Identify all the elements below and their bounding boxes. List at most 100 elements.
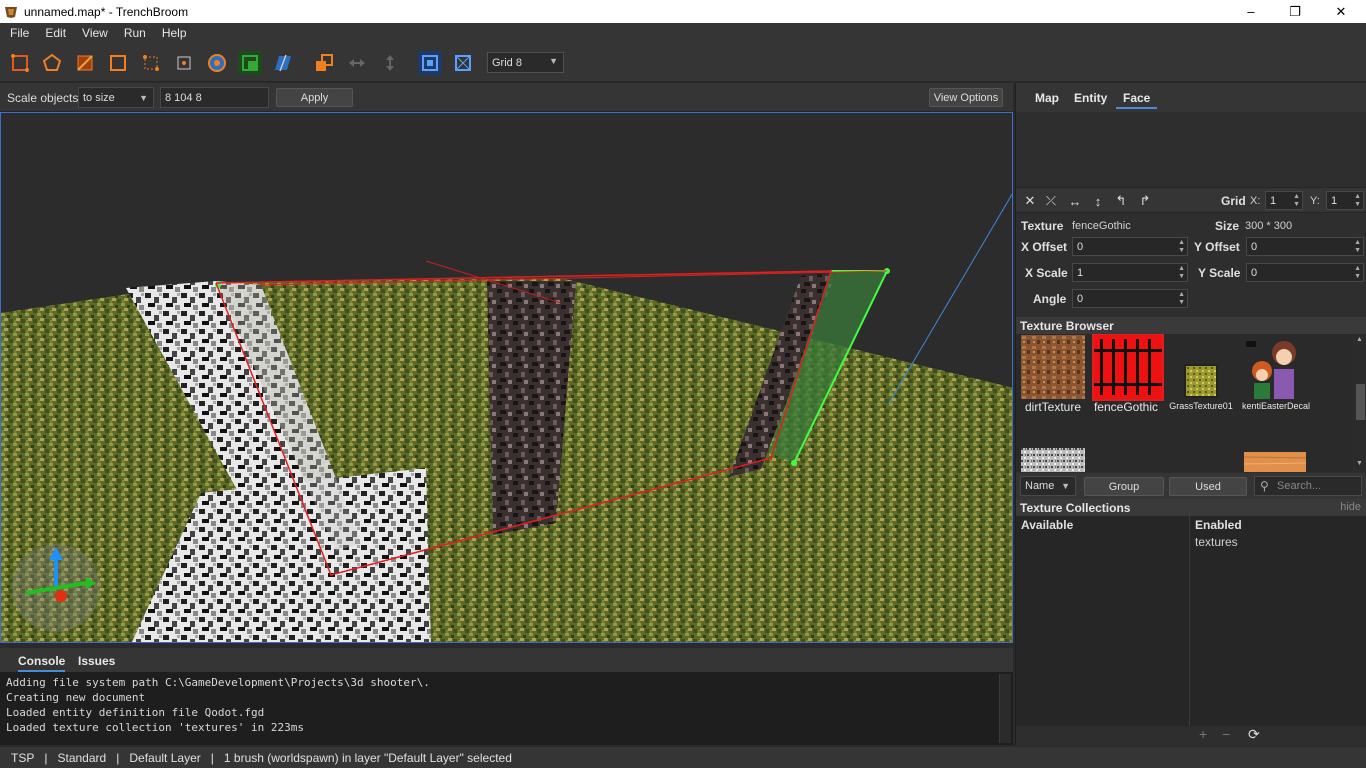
available-collections-list[interactable]: Available — [1016, 516, 1190, 728]
collections-footer: + − ⟳ — [1016, 726, 1366, 745]
texture-caption: GrassTexture01 — [1169, 401, 1233, 411]
tab-face[interactable]: Face — [1116, 91, 1158, 109]
menu-run[interactable]: Run — [116, 26, 154, 40]
console-line: Loaded texture collection 'textures' in … — [6, 721, 305, 734]
group-button[interactable]: Group — [1084, 477, 1164, 496]
x-offset-input[interactable]: 0 ▲ ▼ — [1072, 237, 1188, 256]
x-scale-input[interactable]: 1 ▲ ▼ — [1072, 263, 1188, 282]
menu-view[interactable]: View — [74, 26, 116, 40]
texture-caption: fenceGothic — [1093, 400, 1159, 414]
flip-vertical-icon[interactable]: ↕ — [1090, 193, 1106, 209]
grid-x-input[interactable]: 1 ▲ ▼ — [1265, 191, 1303, 210]
sort-select[interactable]: Name ▼ — [1020, 476, 1076, 496]
flip-horizontal-icon[interactable] — [345, 51, 369, 75]
duplicate-icon[interactable] — [312, 51, 336, 75]
y-offset-value: 0 — [1251, 240, 1258, 253]
texture-search-input[interactable]: ⚲ Search... — [1254, 476, 1362, 496]
spinner-arrows-icon[interactable]: ▲ ▼ — [1293, 193, 1300, 209]
tab-console[interactable]: Console — [18, 654, 66, 672]
rotate-ccw-icon[interactable]: ↰ — [1113, 193, 1129, 209]
grass-texture-thumbnail — [1184, 364, 1218, 398]
scale-mode-value: to size — [83, 91, 115, 104]
texture-kenti-easter-decal[interactable]: kentiEasterDecal — [1242, 335, 1310, 411]
clip-tool-icon[interactable] — [271, 51, 295, 75]
rotate-cw-icon[interactable]: ↱ — [1137, 193, 1153, 209]
chevron-down-icon: ▼ — [139, 92, 148, 103]
texture-lock-icon[interactable] — [418, 51, 442, 75]
menu-file[interactable]: File — [0, 26, 37, 40]
hide-link[interactable]: hide — [1340, 501, 1361, 513]
texture-noise-partial[interactable] — [1021, 448, 1085, 472]
3d-viewport[interactable] — [0, 112, 1013, 643]
minimize-button[interactable]: – — [1228, 0, 1274, 23]
scrollbar-thumb[interactable] — [1356, 384, 1365, 420]
menu-edit[interactable]: Edit — [37, 26, 74, 40]
enabled-label: Enabled — [1195, 518, 1242, 532]
scale-mode-select[interactable]: to size ▼ — [78, 87, 154, 108]
texture-grass[interactable]: GrassTexture01 — [1169, 364, 1233, 411]
y-scale-value: 0 — [1251, 266, 1258, 279]
scale-value-input[interactable]: 8 104 8 — [160, 87, 269, 108]
spinner-arrows-icon[interactable]: ▲ ▼ — [1354, 239, 1361, 255]
shear-tool-icon[interactable] — [106, 51, 130, 75]
reset-icon[interactable]: ✕ — [1022, 193, 1038, 209]
grid-size-select[interactable]: Grid 8 ▼ — [487, 52, 564, 73]
reload-collections-button[interactable]: ⟳ — [1248, 726, 1260, 743]
grid-x-value: 1 — [1270, 194, 1277, 207]
inspector-panel: Map Entity Face ✕ ⤫ ↔ ↕ ↰ ↱ Grid X: 1 ▲ ▼ … — [1015, 83, 1366, 745]
edge-tool-icon[interactable] — [172, 51, 196, 75]
tab-issues[interactable]: Issues — [78, 654, 115, 670]
add-collection-button[interactable]: + — [1199, 726, 1207, 742]
y-offset-input[interactable]: 0 ▲ ▼ — [1246, 237, 1364, 256]
tab-map[interactable]: Map — [1035, 91, 1059, 107]
scroll-down-icon[interactable]: ▼ — [1356, 460, 1363, 467]
available-label: Available — [1021, 518, 1074, 532]
x-scale-value: 1 — [1077, 266, 1084, 279]
grid-size-value: Grid 8 — [492, 56, 522, 69]
enabled-collections-list[interactable]: Enabled textures — [1191, 516, 1366, 728]
rotate-tool-icon[interactable] — [40, 51, 64, 75]
brush-tool-icon[interactable] — [238, 51, 262, 75]
maximize-button[interactable]: ❐ — [1272, 0, 1318, 23]
spinner-arrows-icon[interactable]: ▲ ▼ — [1178, 265, 1185, 281]
console-output[interactable]: Adding file system path C:\GameDevelopme… — [0, 672, 1013, 745]
close-button[interactable]: ✕ — [1318, 0, 1364, 23]
apply-button[interactable]: Apply — [276, 88, 353, 107]
texture-browser-title: Texture Browser — [1016, 317, 1366, 334]
grid-y-label: Y: — [1310, 195, 1320, 207]
reset-to-world-icon[interactable]: ⤫ — [1043, 193, 1059, 209]
texture-wood-partial[interactable] — [1243, 452, 1307, 472]
angle-input[interactable]: 0 ▲ ▼ — [1072, 289, 1188, 308]
menu-bar: File Edit View Run Help — [0, 23, 1366, 43]
spinner-arrows-icon[interactable]: ▲ ▼ — [1354, 193, 1361, 209]
flip-vertical-icon[interactable] — [378, 51, 402, 75]
y-scale-input[interactable]: 0 ▲ ▼ — [1246, 263, 1364, 282]
menu-help[interactable]: Help — [154, 26, 195, 40]
texture-browser[interactable]: dirtTexture fenceGothic GrassTexture01 k… — [1016, 334, 1353, 472]
texture-fence-gothic[interactable]: fenceGothic — [1092, 334, 1164, 414]
face-tool-icon[interactable] — [205, 51, 229, 75]
move-tool-icon[interactable] — [8, 51, 32, 75]
texture-collections-label: Texture Collections — [1020, 501, 1131, 515]
grid-y-input[interactable]: 1 ▲ ▼ — [1326, 191, 1364, 210]
spinner-arrows-icon[interactable]: ▲ ▼ — [1178, 291, 1185, 307]
angle-value: 0 — [1077, 292, 1084, 305]
view-options-button[interactable]: View Options — [929, 88, 1003, 107]
scale-tool-icon[interactable] — [73, 51, 97, 75]
collection-item[interactable]: textures — [1195, 535, 1238, 549]
viewport-scene[interactable] — [1, 113, 1013, 643]
texture-browser-scrollbar[interactable]: ▲ ▼ — [1354, 334, 1366, 472]
tab-entity[interactable]: Entity — [1074, 91, 1107, 107]
texture-dirt[interactable]: dirtTexture — [1021, 335, 1085, 414]
grid-y-value: 1 — [1331, 194, 1338, 207]
vertex-tool-icon[interactable] — [139, 51, 163, 75]
flip-horizontal-icon[interactable]: ↔ — [1067, 193, 1083, 209]
spinner-arrows-icon[interactable]: ▲ ▼ — [1354, 265, 1361, 281]
used-button[interactable]: Used — [1169, 477, 1247, 496]
spinner-arrows-icon[interactable]: ▲ ▼ — [1178, 239, 1185, 255]
scroll-up-icon[interactable]: ▲ — [1356, 336, 1363, 343]
console-scrollbar[interactable] — [999, 674, 1011, 743]
uv-lock-icon[interactable] — [451, 51, 475, 75]
wood-texture-thumbnail — [1243, 452, 1307, 472]
remove-collection-button[interactable]: − — [1222, 726, 1230, 742]
